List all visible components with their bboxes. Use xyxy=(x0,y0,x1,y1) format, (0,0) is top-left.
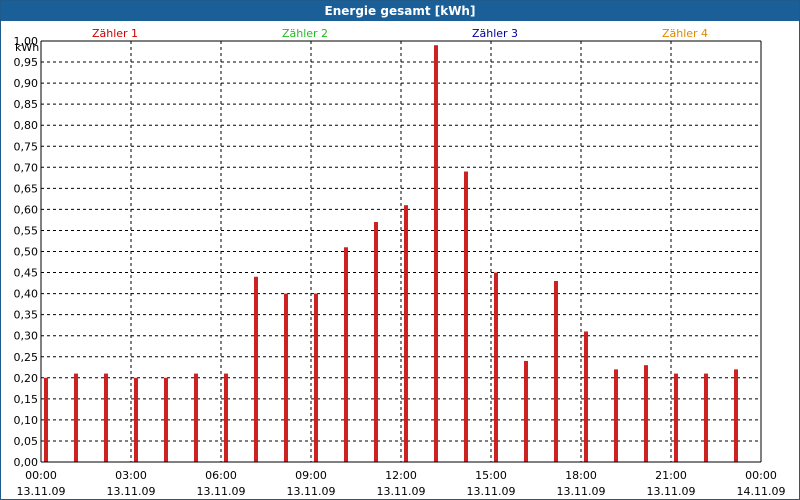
bar xyxy=(74,373,78,462)
x-tick-time: 21:00 xyxy=(655,469,687,482)
bar xyxy=(104,373,108,462)
x-tick-time: 15:00 xyxy=(475,469,507,482)
x-tick-time: 06:00 xyxy=(205,469,237,482)
bar xyxy=(194,373,198,462)
x-tick-date: 13.11.09 xyxy=(557,485,606,498)
bar xyxy=(644,365,648,462)
legend-item: Zähler 3 xyxy=(472,27,518,40)
x-tick-date: 13.11.09 xyxy=(17,485,66,498)
y-tick-label: 0,40 xyxy=(14,288,39,301)
bars xyxy=(44,45,738,463)
y-tick-label: 0,60 xyxy=(14,203,39,216)
bar xyxy=(584,331,588,462)
y-tick-label: 0,90 xyxy=(14,77,39,90)
bar xyxy=(134,377,138,462)
legend-item: Zähler 2 xyxy=(282,27,328,40)
bar xyxy=(554,280,558,462)
x-tick-time: 00:00 xyxy=(745,469,777,482)
y-tick-label: 0,10 xyxy=(14,414,39,427)
bar xyxy=(614,369,618,462)
y-axis-label: kWh xyxy=(15,41,39,54)
y-tick-label: 0,80 xyxy=(14,119,39,132)
bar xyxy=(494,272,498,462)
y-tick-label: 0,85 xyxy=(14,98,39,111)
x-tick-date: 14.11.09 xyxy=(737,485,786,498)
x-tick-date: 13.11.09 xyxy=(197,485,246,498)
y-tick-label: 0,50 xyxy=(14,246,39,259)
y-tick-label: 0,25 xyxy=(14,351,39,364)
x-tick-time: 09:00 xyxy=(295,469,327,482)
x-tick-time: 00:00 xyxy=(25,469,57,482)
bar xyxy=(704,373,708,462)
x-tick-date: 13.11.09 xyxy=(467,485,516,498)
y-tick-label: 0,30 xyxy=(14,330,39,343)
y-tick-label: 0,05 xyxy=(14,435,39,448)
x-tick-time: 18:00 xyxy=(565,469,597,482)
legend-item: Zähler 4 xyxy=(662,27,708,40)
x-tick-time: 12:00 xyxy=(385,469,417,482)
labels: 0,00 0,05 0,10 0,15 0,20 0,25 0,30 0,35 0,40 0,45… xyxy=(14,35,786,498)
bar xyxy=(284,293,288,462)
y-tick-label: 0,15 xyxy=(14,393,39,406)
bar xyxy=(464,171,468,462)
bar xyxy=(344,247,348,462)
bar xyxy=(434,45,438,463)
y-tick-label: 0,35 xyxy=(14,309,39,322)
y-tick-label: 0,65 xyxy=(14,182,39,195)
x-tick-time: 03:00 xyxy=(115,469,147,482)
bar xyxy=(524,360,528,462)
chart-window: Energie gesamt [kWh] 0,00 0,05 0,10 0,15 0,2… xyxy=(0,0,800,500)
bar xyxy=(404,205,408,462)
bar xyxy=(374,222,378,462)
x-tick-date: 13.11.09 xyxy=(377,485,426,498)
legend: Zähler 1 Zähler 2 Zähler 3 Zähler 4 xyxy=(92,27,708,40)
chart-svg: 0,00 0,05 0,10 0,15 0,20 0,25 0,30 0,35 0,40 0,45… xyxy=(14,27,786,498)
legend-item: Zähler 1 xyxy=(92,27,138,40)
bar xyxy=(314,293,318,462)
y-tick-label: 0,70 xyxy=(14,161,39,174)
y-tick-label: 0,20 xyxy=(14,372,39,385)
bar xyxy=(254,276,258,462)
bar xyxy=(224,373,228,462)
y-tick-label: 0,45 xyxy=(14,267,39,280)
y-tick-label: 0,75 xyxy=(14,140,39,153)
y-tick-label: 0,00 xyxy=(14,456,39,469)
y-tick-label: 0,95 xyxy=(14,56,39,69)
bar xyxy=(734,369,738,462)
bar xyxy=(44,377,48,462)
bar xyxy=(674,373,678,462)
x-tick-date: 13.11.09 xyxy=(107,485,156,498)
y-tick-label: 0,55 xyxy=(14,224,39,237)
x-tick-date: 13.11.09 xyxy=(287,485,336,498)
x-tick-date: 13.11.09 xyxy=(647,485,696,498)
bar xyxy=(164,377,168,462)
grid xyxy=(41,40,761,462)
